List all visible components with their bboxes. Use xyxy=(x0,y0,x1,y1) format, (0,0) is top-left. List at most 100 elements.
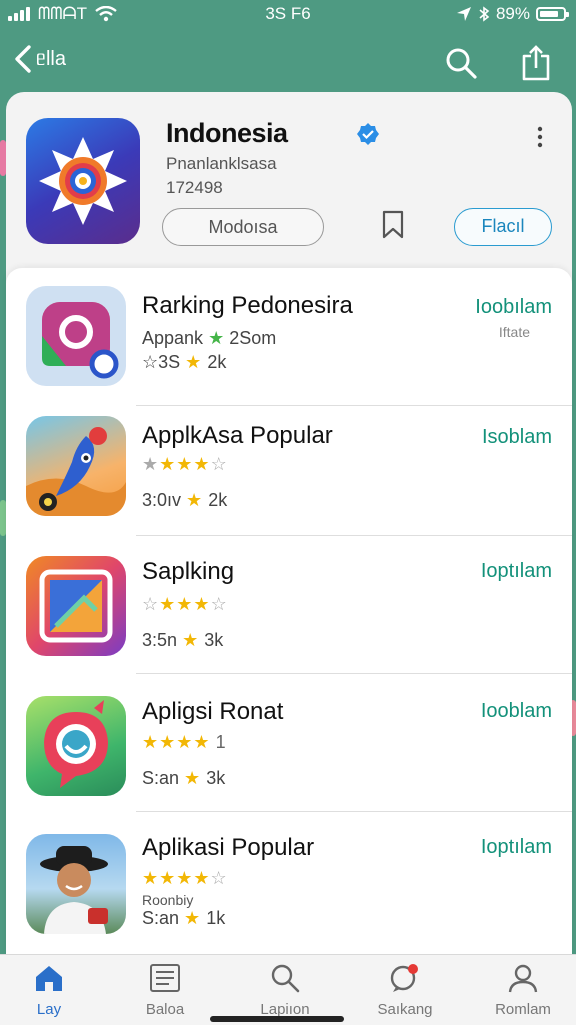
share-icon xyxy=(522,45,550,81)
app-icon xyxy=(26,286,126,386)
rating-count: 2k xyxy=(207,352,227,372)
get-app-button[interactable]: Ioptılam xyxy=(481,836,552,859)
get-app-button[interactable]: Isoblam xyxy=(482,426,552,449)
app-note: Roonbiy xyxy=(142,892,194,908)
app-title: Indonesia xyxy=(166,118,288,148)
app-rating: ★★★★☆ xyxy=(142,868,228,889)
app-size: 2Som xyxy=(229,328,277,348)
bird-app-icon xyxy=(26,427,126,516)
get-app-button[interactable]: Ioptılam xyxy=(481,560,552,583)
chevron-left-icon xyxy=(15,45,31,73)
get-app-button[interactable]: Ioobılam xyxy=(475,296,552,319)
rating-stars: ★★★★ xyxy=(142,732,211,752)
search-button[interactable] xyxy=(444,46,478,85)
chat-app-icon xyxy=(44,700,108,788)
rating-value: ☆3S xyxy=(142,352,181,372)
list-item[interactable]: Rarking Pedonesira Appank ★ 2Som ☆3S ★ 2… xyxy=(6,268,572,406)
app-rating-line: ☆3S ★ 2k xyxy=(142,352,226,373)
location-icon xyxy=(456,7,471,21)
app-size: 3:5n xyxy=(142,630,178,650)
list-item[interactable]: Saplking ☆★★★☆ 3:5n ★ 3k Ioptılam xyxy=(6,536,572,674)
app-meta: 172498 xyxy=(166,178,223,197)
bluetooth-icon xyxy=(479,6,490,22)
action-subtitle: Iftate xyxy=(498,324,530,340)
app-icon xyxy=(26,696,126,796)
camera-app-icon xyxy=(42,302,119,379)
app-category: Appank ★ 2Som xyxy=(142,328,276,349)
tab-label: Baloa xyxy=(145,1001,185,1018)
search-icon xyxy=(446,48,477,79)
tab-lapion[interactable]: Lapiıon xyxy=(240,963,330,1018)
app-name: Rarking Pedonesira xyxy=(142,292,353,319)
tab-label: Lay xyxy=(36,1001,62,1018)
rating-stars: ★★★★☆ xyxy=(142,454,228,474)
app-rating: ☆★★★☆ xyxy=(142,594,228,615)
app-rating-line: S:an ★ 3k xyxy=(142,768,225,789)
back-label: ᥱlla xyxy=(36,47,66,70)
app-rating-line: 3:5n ★ 3k xyxy=(142,630,223,651)
battery-percent: 89% xyxy=(495,4,530,23)
home-icon xyxy=(36,966,62,991)
rating-stars: ★★★★☆ xyxy=(142,868,228,888)
gallery-app-icon xyxy=(39,569,113,643)
app-icon[interactable] xyxy=(26,118,140,244)
rating-count: 1k xyxy=(206,908,226,928)
app-header-card: Indonesia Pnanlanklsasa 172498 Modoısa F… xyxy=(6,92,572,292)
tab-romlam[interactable]: Romlam xyxy=(478,963,568,1018)
app-size: 3:0ıv xyxy=(142,490,182,510)
app-name: Saplking xyxy=(142,558,235,585)
list-item[interactable]: ApplkAsa Popular ★★★★☆ 3:0ıv ★ 2k Isobla… xyxy=(6,398,572,536)
app-size: S:an xyxy=(142,908,180,928)
get-button[interactable]: Flacıl xyxy=(454,208,552,246)
secondary-button[interactable]: Modoısa xyxy=(162,208,324,246)
tab-label: Saıkang xyxy=(377,1001,433,1018)
rating-text: 1 xyxy=(215,732,226,752)
list-item[interactable]: Apligsi Ronat ★★★★ 1 S:an ★ 3k Iooblam xyxy=(6,674,572,812)
status-right: 89% xyxy=(456,4,569,24)
nav-header: ᥱlla xyxy=(0,36,576,92)
app-size: S:an xyxy=(142,768,180,788)
list-icon xyxy=(150,964,180,992)
bookmark-icon[interactable] xyxy=(380,210,406,240)
app-icon xyxy=(26,556,126,656)
profile-icon xyxy=(508,964,538,993)
chat-icon xyxy=(390,964,418,992)
tab-lay[interactable]: Lay xyxy=(4,963,94,1018)
star-icon: ★ xyxy=(186,490,204,510)
app-name: Aplikasi Popular xyxy=(142,834,315,861)
star-icon: ★ xyxy=(208,328,225,348)
app-name: Apligsi Ronat xyxy=(142,698,284,725)
app-rating-line: S:an ★ 1k xyxy=(142,908,225,929)
star-icon: ★ xyxy=(185,352,203,372)
search-icon xyxy=(271,964,300,993)
home-indicator[interactable] xyxy=(210,1016,344,1022)
rating-count: 3k xyxy=(204,630,224,650)
get-app-button[interactable]: Iooblam xyxy=(481,700,552,723)
sun-logo-icon xyxy=(39,137,127,225)
app-icon xyxy=(26,416,126,516)
list-item[interactable]: Aplikasi Popular ★★★★☆ Roonbiy S:an ★ 1k… xyxy=(6,812,572,950)
star-icon: ★ xyxy=(184,908,202,928)
star-icon: ★ xyxy=(184,768,202,788)
rating-count: 2k xyxy=(208,490,228,510)
star-icon: ★ xyxy=(182,630,200,650)
person-app-icon xyxy=(40,846,108,934)
share-button[interactable] xyxy=(520,44,552,87)
app-subtitle: Pnanlanklsasa xyxy=(166,154,277,173)
status-bar: ᗰᗰᗩT 3S F6 89% xyxy=(0,0,576,28)
app-list: Rarking Pedonesira Appank ★ 2Som ☆3S ★ 2… xyxy=(6,268,572,958)
verified-badge-icon xyxy=(357,123,379,145)
tab-saikang[interactable]: Saıkang xyxy=(360,963,450,1018)
tab-baloa[interactable]: Baloa xyxy=(120,963,210,1018)
tab-label: Romlam xyxy=(495,1001,551,1018)
battery-icon xyxy=(536,7,569,21)
app-rating: ★★★★ 1 xyxy=(142,732,226,753)
back-button[interactable]: ᥱlla xyxy=(14,44,66,74)
rating-stars: ☆★★★☆ xyxy=(142,594,228,614)
app-category-text: Appank xyxy=(142,328,204,348)
app-icon xyxy=(26,834,126,934)
more-icon[interactable] xyxy=(536,126,544,148)
rating-count: 3k xyxy=(206,768,226,788)
tab-bar: Lay Baloa Lapiıon Saıkang Romlam xyxy=(0,954,576,1025)
app-name: ApplkAsa Popular xyxy=(142,422,333,449)
